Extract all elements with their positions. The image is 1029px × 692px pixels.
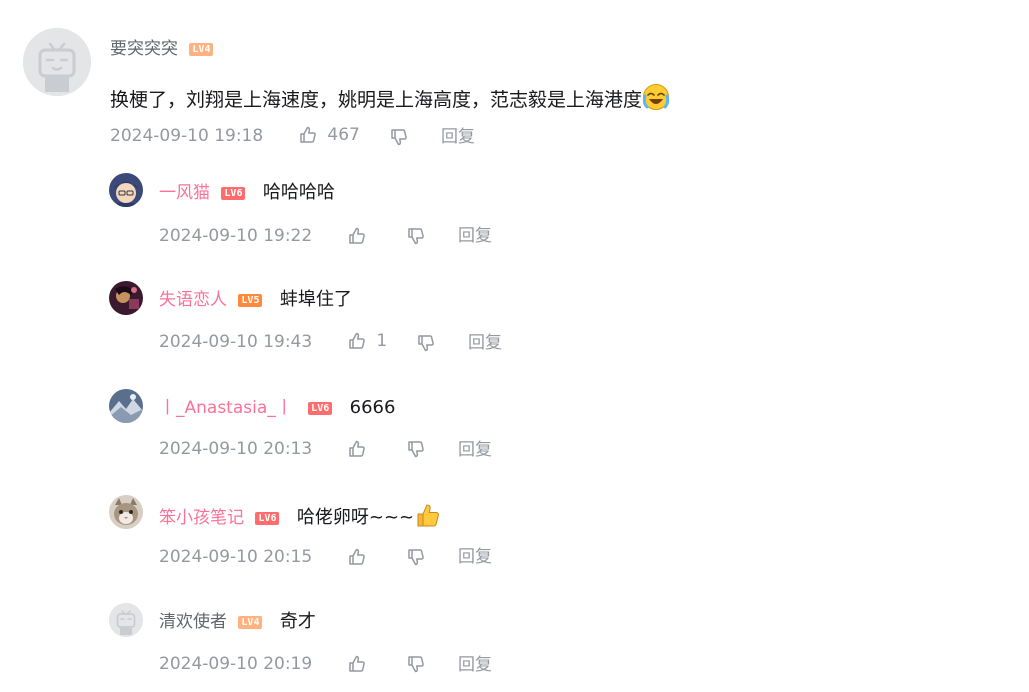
reply-time: 2024-09-10 20:15 <box>159 547 313 567</box>
reply-avatar[interactable] <box>109 495 143 529</box>
reply-username[interactable]: 丨_Anastasia_丨 LV6 6666 <box>159 395 395 421</box>
thumbs-up-icon <box>349 655 365 672</box>
thumbs-up-icon <box>349 548 365 565</box>
like-count: 1 <box>376 331 388 351</box>
reply-text: 奇才 <box>279 611 316 632</box>
user-avatar[interactable] <box>23 28 91 96</box>
dislike-button[interactable] <box>389 126 409 147</box>
like-count: 467 <box>327 125 360 145</box>
reply-time: 2024-09-10 19:22 <box>159 226 313 246</box>
thumbs-up-icon <box>349 440 365 457</box>
reply-button[interactable]: 回复 <box>458 439 492 461</box>
anime-boy-avatar-icon <box>109 173 143 207</box>
comment-meta: 2024-09-10 19:18 <box>110 125 263 147</box>
laughing-crying-emoji-icon <box>642 83 670 118</box>
default-avatar-icon <box>109 603 143 637</box>
reply-text: 哈哈哈哈 <box>262 182 335 203</box>
thumbs-down-icon <box>408 548 424 565</box>
reply-text: 6666 <box>349 397 396 418</box>
reply-username[interactable]: 失语恋人 LV5 蚌埠住了 <box>159 287 352 313</box>
like-button[interactable] <box>347 438 367 459</box>
level-badge: LV5 <box>238 293 263 307</box>
reply-button[interactable]: 回复 <box>468 332 502 354</box>
reply-username[interactable]: 一风猫 LV6 哈哈哈哈 <box>159 180 335 206</box>
cat-avatar-icon <box>109 495 143 529</box>
thumbs-down-icon <box>408 440 424 457</box>
reply-avatar[interactable] <box>109 389 143 423</box>
reply-username[interactable]: 笨小孩笔记 LV6 哈佬卵呀~~~ <box>159 501 442 535</box>
level-badge: LV4 <box>189 42 214 56</box>
level-badge: LV4 <box>238 615 263 629</box>
dislike-button[interactable] <box>406 438 426 459</box>
thumbs-up-icon <box>300 126 316 143</box>
dislike-button[interactable] <box>406 653 426 674</box>
reply-avatar[interactable] <box>109 281 143 315</box>
dislike-button[interactable] <box>406 225 426 246</box>
thumbs-down-icon <box>408 227 424 244</box>
reply-username[interactable]: 清欢使者 LV4 奇才 <box>159 609 316 635</box>
like-button[interactable] <box>347 653 367 674</box>
thumbs-up-icon <box>349 332 365 349</box>
reply-button[interactable]: 回复 <box>441 126 475 148</box>
landscape-avatar-icon <box>109 389 143 423</box>
reply-button[interactable]: 回复 <box>458 546 492 568</box>
default-avatar-icon <box>23 28 91 96</box>
dark-art-avatar-icon <box>109 281 143 315</box>
thumbs-down-icon <box>418 334 434 351</box>
thumbs-up-icon <box>349 227 365 244</box>
reply-button[interactable]: 回复 <box>458 225 492 247</box>
thumbs-down-icon <box>408 655 424 672</box>
reply-button[interactable]: 回复 <box>458 654 492 676</box>
reply-avatar[interactable] <box>109 603 143 637</box>
reply-time: 2024-09-10 20:19 <box>159 654 313 674</box>
level-badge: LV6 <box>221 186 246 200</box>
reply-avatar[interactable] <box>109 173 143 207</box>
comment-time: 2024-09-10 19:18 <box>110 126 264 146</box>
reply-time: 2024-09-10 19:43 <box>159 332 313 352</box>
like-button[interactable] <box>347 225 367 246</box>
level-badge: LV6 <box>255 511 280 525</box>
like-button[interactable]: 467 <box>298 124 360 146</box>
reply-text: 哈佬卵呀~~~ <box>296 507 415 528</box>
like-button[interactable]: 1 <box>347 330 387 352</box>
thumbs-up-emoji-icon <box>414 501 442 535</box>
comment-text: 换梗了，刘翔是上海速度，姚明是上海高度，范志毅是上海港度 <box>110 83 670 118</box>
username[interactable]: 要突突突 LV4 <box>110 38 214 60</box>
level-badge: LV6 <box>308 401 333 415</box>
dislike-button[interactable] <box>406 546 426 567</box>
reply-time: 2024-09-10 20:13 <box>159 439 313 459</box>
dislike-button[interactable] <box>416 332 436 353</box>
thumbs-down-icon <box>391 128 407 145</box>
reply-text: 蚌埠住了 <box>279 289 352 310</box>
like-button[interactable] <box>347 546 367 567</box>
